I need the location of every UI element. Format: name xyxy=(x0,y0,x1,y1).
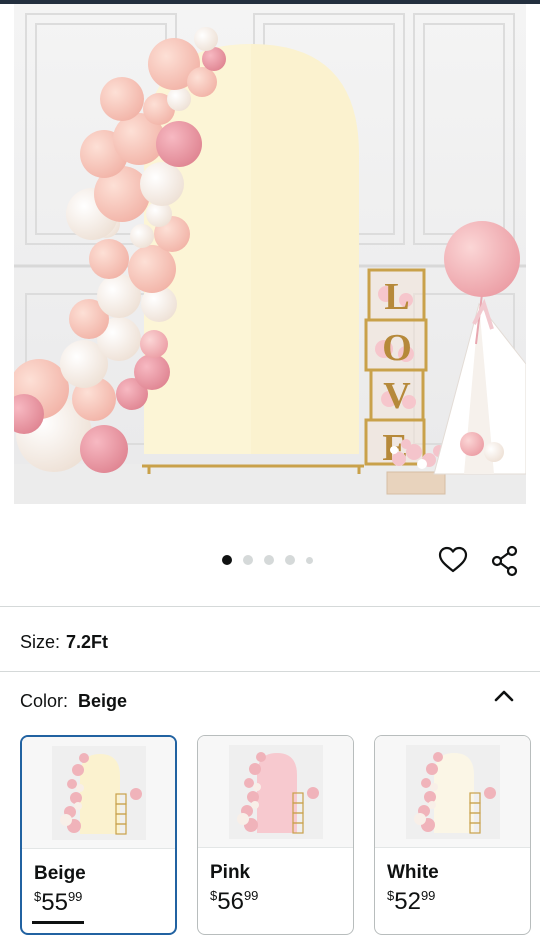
variant-thumbnail xyxy=(375,736,530,848)
variant-price: $5699 xyxy=(210,888,259,915)
carousel-dot[interactable] xyxy=(243,555,253,565)
divider xyxy=(0,606,540,607)
size-selector[interactable]: Size: 7.2Ft xyxy=(20,632,108,653)
variant-card-white[interactable]: White $5299 xyxy=(374,735,531,935)
variant-price: $5599 xyxy=(34,889,83,916)
variant-price: $5299 xyxy=(387,888,436,915)
share-icon[interactable] xyxy=(490,545,520,577)
svg-text:L: L xyxy=(384,276,409,318)
carousel-dot[interactable] xyxy=(222,555,232,565)
heart-icon[interactable] xyxy=(438,546,468,574)
color-value: Beige xyxy=(78,691,128,711)
size-label: Size: xyxy=(20,632,61,652)
carousel-dot[interactable] xyxy=(264,555,274,565)
carousel-dot[interactable] xyxy=(306,556,313,564)
divider xyxy=(0,671,540,672)
selected-indicator xyxy=(32,921,84,924)
variant-thumbnail xyxy=(22,737,175,849)
variant-name: Pink xyxy=(210,862,251,883)
variant-name: White xyxy=(387,862,439,883)
variant-thumbnail xyxy=(198,736,353,848)
color-label: Color: xyxy=(20,691,69,711)
variant-name: Beige xyxy=(34,863,86,884)
chevron-up-icon[interactable] xyxy=(492,686,516,706)
variant-image xyxy=(228,744,323,839)
carousel-dot[interactable] xyxy=(285,555,295,565)
variant-image xyxy=(51,745,146,840)
variant-image xyxy=(405,744,500,839)
variant-card-beige[interactable]: Beige $5599 xyxy=(20,735,177,935)
svg-text:O: O xyxy=(382,327,412,369)
color-variants: Beige $5599 Pink $5699 White $5299 xyxy=(20,735,540,935)
product-image[interactable]: L O V E xyxy=(14,4,526,504)
carousel-dots[interactable] xyxy=(222,555,313,565)
variant-card-pink[interactable]: Pink $5699 xyxy=(197,735,354,935)
size-value: 7.2Ft xyxy=(66,632,109,652)
svg-text:V: V xyxy=(383,375,411,417)
color-selector[interactable]: Color: Beige xyxy=(20,691,127,712)
